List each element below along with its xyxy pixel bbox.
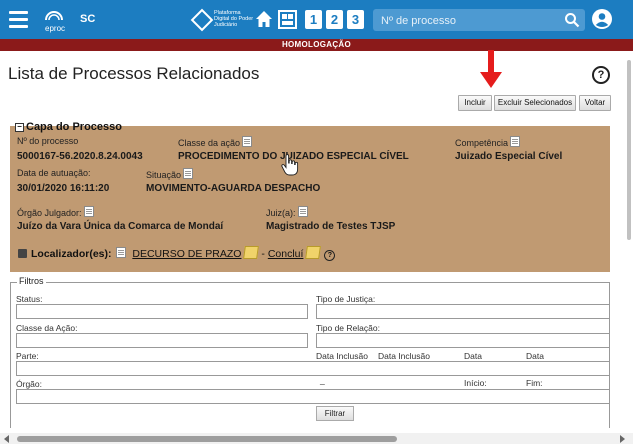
localizador-separator: - <box>261 248 265 260</box>
scroll-right-icon[interactable] <box>620 435 625 443</box>
orgao-label: Órgão: <box>16 379 42 389</box>
orgao-julgador-value: Juízo da Vara Única da Comarca de Mondaí <box>17 221 224 232</box>
orgao-julgador-label-text: Órgão Julgador: <box>17 208 82 218</box>
excluir-selecionados-button[interactable]: Excluir Selecionados <box>494 95 576 111</box>
process-search <box>373 9 585 31</box>
numero-processo-value: 5000167-56.2020.8.24.0043 <box>17 151 143 162</box>
page-title: Lista de Processos Relacionados <box>8 64 260 83</box>
competencia-info-icon[interactable] <box>510 136 521 147</box>
classe-acao-label-text: Classe da ação <box>178 138 241 148</box>
filtros-fieldset: Filtros Status: Tipo de Justiça: Classe … <box>10 276 610 428</box>
top-navbar: eproc SC Plataforma Digital do Poder Jud… <box>0 0 633 39</box>
localizadores-label: Localizador(es): <box>31 248 112 260</box>
edit-note-icon[interactable] <box>243 246 260 259</box>
data-autuacao-value: 30/01/2020 16:11:20 <box>17 183 110 194</box>
tipo-relacao-label: Tipo de Relação: <box>316 323 380 333</box>
classe-acao-select[interactable] <box>16 333 308 348</box>
orgao-julgador-label: Órgão Julgador: <box>17 206 94 218</box>
pdpj-logo: Plataforma Digital do Poder Judiciário <box>190 8 254 32</box>
split-screen-icon[interactable] <box>278 10 297 29</box>
localizador-help-icon[interactable]: ? <box>324 250 336 261</box>
data-label-2: Data <box>526 351 544 361</box>
edit-note-icon-2[interactable] <box>305 246 322 259</box>
red-arrow-annotation-icon <box>480 50 502 88</box>
competencia-label-text: Competência <box>455 138 509 148</box>
parte-input[interactable] <box>16 361 610 376</box>
juiz-label: Juiz(a): <box>266 206 308 218</box>
tipo-justica-select[interactable] <box>316 304 610 319</box>
quick-button-1[interactable]: 1 <box>305 10 322 29</box>
localizador-info-icon[interactable] <box>116 247 127 258</box>
menu-icon[interactable] <box>9 11 28 28</box>
locator-icon <box>18 249 27 258</box>
user-account-icon[interactable] <box>592 9 612 29</box>
data-inclusao-label-1: Data Inclusão <box>316 351 368 361</box>
data-autuacao-label: Data de autuação: <box>17 168 91 178</box>
situacao-value: MOVIMENTO-AGUARDA DESPACHO <box>146 183 321 194</box>
horizontal-scrollbar[interactable] <box>0 433 633 444</box>
status-select[interactable] <box>16 304 308 319</box>
juiz-label-text: Juiz(a): <box>266 208 296 218</box>
orgao-info-icon[interactable] <box>83 206 94 217</box>
process-search-input[interactable] <box>379 12 558 30</box>
fim-label: Fim: <box>526 378 543 388</box>
quick-button-2[interactable]: 2 <box>326 10 343 29</box>
localizador-decurso-link[interactable]: DECURSO DE PRAZO <box>132 248 241 260</box>
filtrar-button[interactable]: Filtrar <box>316 406 354 421</box>
environment-banner: HOMOLOGAÇÃO <box>0 39 633 51</box>
hand-pointer-cursor-icon <box>281 154 299 176</box>
vertical-scroll-thumb[interactable] <box>627 60 631 240</box>
data-label-1: Data <box>464 351 482 361</box>
juiz-value: Magistrado de Testes TJSP <box>266 221 396 232</box>
orgao-select[interactable] <box>16 389 610 404</box>
classe-acao-label: Classe da ação <box>178 136 253 148</box>
parte-label: Parte: <box>16 351 39 361</box>
classe-info-icon[interactable] <box>242 136 253 147</box>
situacao-info-icon[interactable] <box>183 168 194 179</box>
inicio-label: Início: <box>464 378 487 388</box>
situacao-label: Situação <box>146 168 194 180</box>
tipo-relacao-select[interactable] <box>316 333 610 348</box>
data-inclusao-label-2: Data Inclusão <box>378 351 430 361</box>
localizadores-row: Localizador(es): DECURSO DE PRAZO - Conc… <box>18 246 336 261</box>
home-icon[interactable] <box>255 10 273 28</box>
filtros-title: Filtros <box>17 276 46 286</box>
numero-processo-label: Nº do processo <box>17 136 79 146</box>
collapse-icon[interactable]: − <box>15 123 24 132</box>
pdpj-text: Plataforma Digital do Poder Judiciário <box>214 10 254 28</box>
localizador-concluso-link[interactable]: Concluí <box>268 248 304 260</box>
capa-do-processo-panel: − Capa do Processo Nº do processo 5000167… <box>10 121 610 272</box>
juiz-info-icon[interactable] <box>297 206 308 217</box>
separator-underscore: _ <box>320 375 325 385</box>
competencia-value: Juizado Especial Cível <box>455 151 563 162</box>
pdpj-diamond-icon <box>190 8 214 32</box>
situacao-label-text: Situação <box>146 170 182 180</box>
scroll-left-icon[interactable] <box>4 435 9 443</box>
eproc-logo-text: eproc <box>45 24 66 33</box>
status-label: Status: <box>16 294 43 304</box>
tipo-justica-label: Tipo de Justiça: <box>316 294 376 304</box>
incluir-button[interactable]: Incluir <box>458 95 492 111</box>
capa-title-text: Capa do Processo <box>26 121 122 133</box>
search-icon[interactable] <box>564 12 580 28</box>
competencia-label: Competência <box>455 136 521 148</box>
voltar-button[interactable]: Voltar <box>579 95 611 111</box>
capa-title: − Capa do Processo <box>15 121 122 133</box>
quick-button-3[interactable]: 3 <box>347 10 364 29</box>
classe-acao-filter-label: Classe da Ação: <box>16 323 78 333</box>
help-icon[interactable]: ? <box>592 66 610 84</box>
state-label: SC <box>80 13 96 25</box>
horizontal-scroll-thumb[interactable] <box>17 436 397 442</box>
